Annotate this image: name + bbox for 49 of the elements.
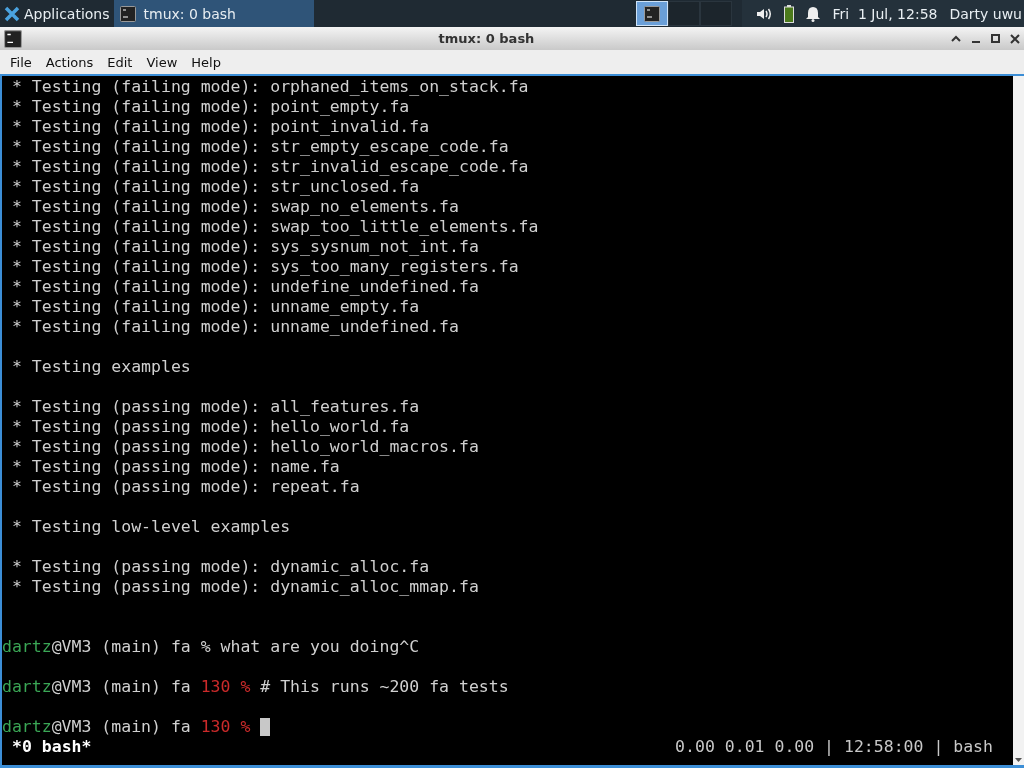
terminal-line: * Testing low-level examples: [10, 517, 291, 537]
terminal-line: * Testing (failing mode): str_unclosed.fa: [10, 177, 420, 197]
applications-menu[interactable]: Applications: [0, 0, 114, 27]
terminal-line: * Testing (failing mode): point_invalid.fa: [10, 117, 430, 137]
terminal-line: * Testing (passing mode): all_features.fa: [10, 397, 420, 417]
terminal-line: * Testing (failing mode): swap_no_elements.fa: [10, 197, 459, 217]
terminal-line: * Testing examples: [10, 357, 191, 377]
terminal-line: * Testing (failing mode): sys_sysnum_not_int.fa: [10, 237, 479, 257]
menu-item[interactable]: View: [142, 54, 186, 70]
user-name[interactable]: Darty uwu: [949, 5, 1022, 22]
terminal-line: * Testing (failing mode): str_empty_escape_code.fa: [10, 137, 509, 157]
terminal-icon: [119, 5, 136, 22]
tmux-status: 0.00 0.01 0.00 | 12:58:00 | bash: [675, 737, 993, 757]
clock[interactable]: Fri 1 Jul, 12:58: [832, 5, 938, 22]
terminal-line: * Testing (failing mode): str_invalid_escape_code.fa: [10, 157, 529, 177]
menu-item[interactable]: Edit: [103, 54, 141, 70]
terminal-line: * Testing (failing mode): sys_too_many_registers.fa: [10, 257, 519, 277]
bell-icon[interactable]: [806, 5, 821, 22]
terminal-icon: [4, 29, 22, 48]
menu-item[interactable]: Actions: [41, 54, 102, 70]
terminal-line: dartz@VM3 (main) fa 130 %: [2, 717, 251, 737]
terminal-line: * Testing (passing mode): name.fa: [10, 457, 340, 477]
caret-up-icon[interactable]: [951, 35, 961, 42]
terminal-line: dartz@VM3 (main) fa % what are you doing^C: [2, 637, 420, 657]
maximize-icon[interactable]: [991, 34, 1000, 43]
window-title: tmux: 0 bash: [437, 31, 536, 46]
scroll-down-icon[interactable]: [1013, 755, 1024, 765]
x-logo-icon: [4, 5, 20, 22]
terminal-line: * Testing (passing mode): hello_world.fa: [10, 417, 410, 437]
close-icon[interactable]: [1010, 33, 1020, 44]
menu-item[interactable]: Help: [187, 54, 229, 70]
terminal-line: * Testing (failing mode): undefine_undefined.fa: [10, 277, 479, 297]
terminal-line: * Testing (passing mode): repeat.fa: [10, 477, 360, 497]
menu-item[interactable]: File: [6, 54, 40, 70]
scrollbar[interactable]: [1013, 76, 1024, 765]
terminal-line: * Testing (failing mode): point_empty.fa: [10, 97, 410, 117]
terminal-line: * Testing (failing mode): unname_undefined.fa: [10, 317, 459, 337]
terminal-line: * Testing (failing mode): orphaned_items_on_stack.fa: [10, 77, 529, 97]
taskbar-button[interactable]: tmux: 0 bash: [113, 0, 314, 27]
terminal-line: * Testing (failing mode): unname_empty.fa: [10, 297, 420, 317]
terminal-line: * Testing (passing mode): dynamic_alloc_mmap.fa: [10, 577, 479, 597]
battery-icon[interactable]: [784, 4, 795, 23]
volume-icon[interactable]: [756, 6, 773, 21]
terminal-line: dartz@VM3 (main) fa 130 % # This runs ~200 fa tests: [2, 677, 509, 697]
terminal-line: * Testing (passing mode): dynamic_alloc.fa: [10, 557, 430, 577]
tmux-window-label: *0 bash*: [12, 737, 92, 757]
terminal-icon: [644, 5, 661, 22]
terminal-line: * Testing (failing mode): swap_too_little_elements.fa: [10, 217, 539, 237]
terminal-line: * Testing (passing mode): hello_world_macros.fa: [10, 437, 479, 457]
